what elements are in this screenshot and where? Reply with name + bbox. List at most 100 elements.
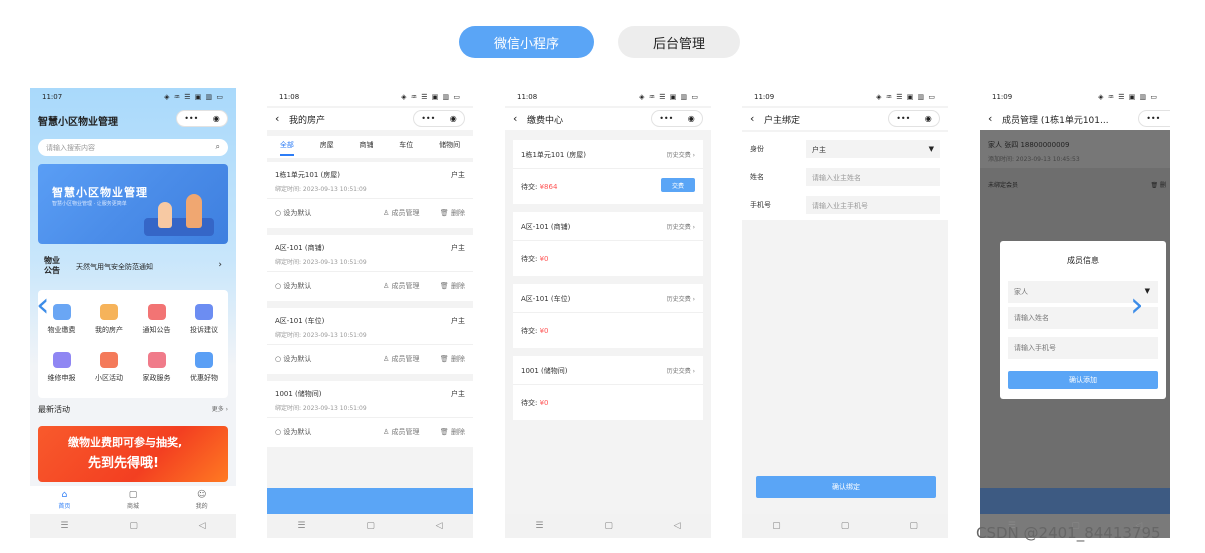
history-link[interactable]: 历史交费 › (667, 366, 695, 375)
menu-icon[interactable]: ☰ (535, 521, 543, 531)
phone-owner-binding: 11:09 ◈ ♒ ☰ ▣ ▥ ▭ ‹ 户主绑定 ••• ◉ 身份 户主 ▼ 姓… (742, 88, 948, 538)
back-icon[interactable]: ‹ (513, 112, 517, 125)
confirm-binding-button[interactable]: 确认绑定 (756, 476, 936, 498)
tabbar-mine[interactable]: ☺ 我的 (182, 490, 222, 514)
back-triangle-icon[interactable]: ▢ (909, 521, 918, 531)
mini-program-capsule[interactable]: ••• ◉ (413, 110, 465, 127)
search-icon[interactable]: ⌕ (216, 142, 220, 152)
carousel-prev-arrow[interactable]: ‹ (36, 285, 50, 325)
tab-property-type[interactable]: 车位 (399, 136, 413, 158)
payment-card[interactable]: A区-101 (商铺) 历史交费 › 待交: ¥0 (513, 212, 703, 276)
set-default-radio[interactable]: ○ 设为默认 (275, 208, 311, 218)
confirm-add-button[interactable]: 确认添加 (1008, 371, 1158, 389)
member-management-link[interactable]: ♙ 成员管理 (383, 427, 420, 437)
property-card[interactable]: A区-101 (车位) 户主 绑定时间: 2023-09-13 10:51:09 ○ … (267, 308, 473, 374)
tabbar-home[interactable]: ⌂ 首页 (44, 490, 84, 514)
set-default-radio[interactable]: ○ 设为默认 (275, 281, 311, 291)
more-icon[interactable]: ••• (421, 114, 435, 123)
pay-button[interactable]: 交费 (661, 178, 695, 192)
owner-name-input[interactable]: 请输入业主姓名 (806, 168, 940, 186)
member-management-link[interactable]: ♙ 成员管理 (383, 208, 420, 218)
set-default-radio[interactable]: ○ 设为默认 (275, 354, 311, 364)
back-icon[interactable]: ‹ (275, 112, 279, 125)
tab-admin[interactable]: 后台管理 (618, 26, 740, 58)
tabbar-label: 商城 (126, 503, 139, 510)
grid-item[interactable]: 家政服务 (133, 352, 180, 383)
member-management-link[interactable]: ♙ 成员管理 (383, 354, 420, 364)
home-square-icon[interactable]: ▢ (366, 521, 375, 531)
payment-card[interactable]: 1栋1单元101 (房屋) 历史交费 › 待交: ¥864 交费 (513, 140, 703, 204)
phone-home: 11:07 ◈ ♒ ☰ ▣ ▥ ▭ 智慧小区物业管理 ••• ◉ 请输入搜索内容… (30, 88, 236, 538)
menu-icon[interactable]: ☰ (297, 521, 305, 531)
tab-mini-program[interactable]: 微信小程序 (459, 26, 594, 58)
page-title: 缴费中心 (527, 116, 564, 126)
back-icon[interactable]: ‹ (988, 112, 992, 125)
mini-program-capsule[interactable]: ••• ◉ (651, 110, 703, 127)
grid-item[interactable]: 通知公告 (133, 304, 180, 335)
delete-link[interactable]: 🗑 删除 (440, 281, 465, 291)
close-target-icon[interactable]: ◉ (450, 114, 457, 123)
history-link[interactable]: 历史交费 › (667, 150, 695, 159)
back-triangle-icon[interactable]: ◁ (674, 521, 681, 531)
grid-item[interactable]: 维修申报 (38, 352, 85, 383)
grid-item-label: 优惠好物 (190, 374, 218, 382)
history-link[interactable]: 历史交费 › (667, 222, 695, 231)
add-property-button[interactable] (267, 488, 473, 514)
member-management-link[interactable]: ♙ 成员管理 (383, 281, 420, 291)
promo-banner[interactable]: 缴物业费即可参与抽奖, 先到先得哦! (38, 426, 228, 482)
home-square-icon[interactable]: ▢ (129, 521, 138, 531)
amount-value: ¥864 (539, 183, 558, 191)
delete-link[interactable]: 🗑 删除 (440, 354, 465, 364)
property-name: A区-101 (商铺) (521, 223, 571, 231)
home-icon: ⌂ (61, 490, 68, 500)
close-target-icon[interactable]: ◉ (925, 114, 932, 123)
home-square-icon[interactable]: ▢ (841, 521, 850, 531)
set-default-radio[interactable]: ○ 设为默认 (275, 427, 311, 437)
close-target-icon[interactable]: ◉ (688, 114, 695, 123)
menu-icon[interactable]: ☰ (60, 521, 68, 531)
delete-link[interactable]: 🗑 删除 (440, 208, 465, 218)
menu-icon[interactable]: ▢ (772, 521, 781, 531)
hero-banner[interactable]: 智慧小区物业管理 智慧小区物业管理 · 让服务更简单 (38, 164, 228, 244)
back-triangle-icon[interactable]: ◁ (199, 521, 206, 531)
identity-select[interactable]: 户主 ▼ (806, 140, 940, 158)
payment-card[interactable]: 1001 (储物间) 历史交费 › 待交: ¥0 (513, 356, 703, 420)
carousel-next-arrow[interactable]: › (1130, 285, 1144, 325)
mini-program-capsule[interactable]: ••• ◉ (176, 110, 228, 127)
tab-property-type[interactable]: 全部 (279, 136, 294, 156)
tab-property-type[interactable]: 商铺 (359, 136, 373, 158)
property-card[interactable]: A区-101 (商铺) 户主 绑定时间: 2023-09-13 10:51:09 ○ … (267, 235, 473, 301)
owner-phone-input[interactable]: 请输入业主手机号 (806, 196, 940, 214)
more-icon[interactable]: ••• (184, 114, 198, 123)
property-card[interactable]: 1001 (储物间) 户主 绑定时间: 2023-09-13 10:51:09 ○ 设… (267, 381, 473, 447)
grid-item[interactable]: 我的房产 (86, 304, 133, 335)
tab-property-type[interactable]: 房屋 (320, 136, 334, 158)
payment-card[interactable]: A区-101 (车位) 历史交费 › 待交: ¥0 (513, 284, 703, 348)
delete-link[interactable]: 🗑 删除 (440, 427, 465, 437)
close-target-icon[interactable]: ◉ (213, 114, 220, 123)
search-input[interactable]: 请输入搜索内容 ⌕ (38, 139, 228, 156)
more-icon[interactable]: ••• (1146, 114, 1160, 123)
more-icon[interactable]: ••• (896, 114, 910, 123)
tab-property-type[interactable]: 储物间 (439, 136, 460, 158)
member-time: 添加时间: 2023-09-13 10:45:53 (988, 156, 1080, 163)
back-triangle-icon[interactable]: ◁ (436, 521, 443, 531)
status-bar: 11:09 ◈ ♒ ☰ ▣ ▥ ▭ (980, 88, 1170, 108)
grid-item[interactable]: 投诉建议 (181, 304, 228, 335)
notice-bar[interactable]: 物业公告 天然气用气安全防范通知 › (38, 252, 228, 280)
more-icon[interactable]: ••• (659, 114, 673, 123)
bind-time: 绑定时间: 2023-09-13 10:51:09 (275, 186, 367, 193)
tabbar-mall[interactable]: ▢ 商城 (113, 490, 153, 514)
history-link[interactable]: 历史交费 › (667, 294, 695, 303)
member-phone-input[interactable]: 请输入手机号 (1008, 337, 1158, 359)
mini-program-capsule[interactable]: ••• ◉ (888, 110, 940, 127)
mini-program-capsule[interactable]: ••• ◉ (1138, 110, 1170, 127)
grid-item[interactable]: 优惠好物 (181, 352, 228, 383)
more-link[interactable]: 更多 › (212, 404, 228, 413)
back-icon[interactable]: ‹ (750, 112, 754, 125)
home-square-icon[interactable]: ▢ (604, 521, 613, 531)
add-member-button[interactable] (980, 488, 1170, 514)
delete-button[interactable]: 🗑 删 (1150, 180, 1166, 189)
grid-item[interactable]: 小区活动 (86, 352, 133, 383)
property-card[interactable]: 1栋1单元101 (房屋) 户主 绑定时间: 2023-09-13 10:51:09… (267, 162, 473, 228)
